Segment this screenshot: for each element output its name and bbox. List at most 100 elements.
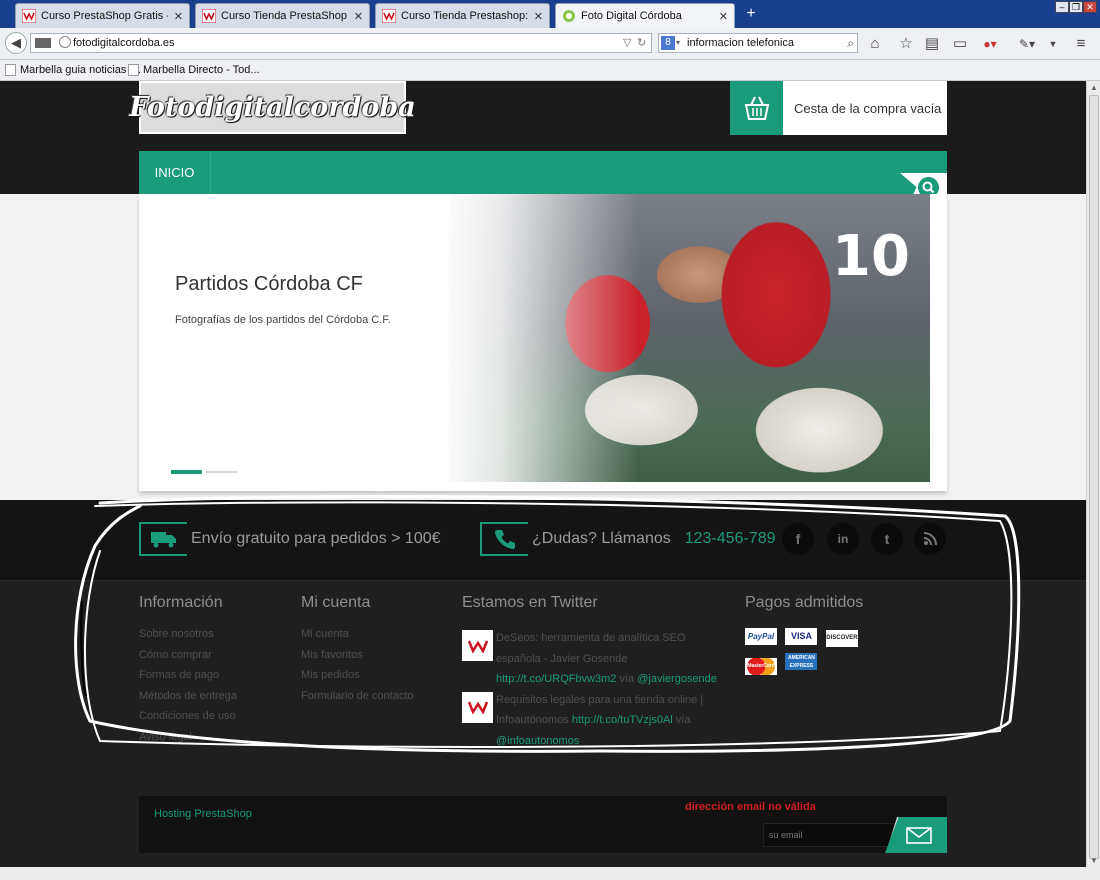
email-error-message: dirección email no válida xyxy=(685,801,816,813)
tab-close-icon[interactable]: ✕ xyxy=(174,10,183,23)
footer-link[interactable]: Métodos de entrega xyxy=(139,690,237,711)
tab-curso-tienda-4[interactable]: Curso Tienda PrestaShop: 4. ... ✕ xyxy=(195,3,370,28)
truck-icon xyxy=(139,522,187,556)
search-bar[interactable]: 8 ▾ informacion telefonica ⌕ xyxy=(658,33,858,53)
search-icon[interactable]: ⌕ xyxy=(847,34,854,52)
tab-title: Curso Tienda PrestaShop: 4. ... xyxy=(221,10,348,22)
scroll-down-icon[interactable]: ▼ xyxy=(1090,856,1098,865)
tab-close-icon[interactable]: ✕ xyxy=(354,10,363,23)
extension-icon[interactable]: ✎▾ xyxy=(1018,35,1036,53)
slider-dot[interactable] xyxy=(206,471,237,473)
newsletter-email-input[interactable]: su email xyxy=(763,823,903,847)
window-icon[interactable]: ▭ xyxy=(951,35,969,53)
footer-mi-cuenta: Mi cuenta Mi cuenta Mis favoritos Mis pe… xyxy=(301,594,414,710)
footer-link[interactable]: Formas de pago xyxy=(139,669,237,690)
main-menu: INICIO xyxy=(139,151,947,194)
tweet-link[interactable]: http://t.co/URQFbvw3m2 xyxy=(496,673,616,685)
cart-label: Cesta de la compra vacía xyxy=(794,100,942,116)
footer-informacion: Información Sobre nosotros Cómo comprar … xyxy=(139,594,237,752)
hosting-link[interactable]: Hosting PrestaShop xyxy=(154,808,252,820)
menu-hamburger-icon[interactable]: ≡ xyxy=(1072,35,1090,53)
bookmark-label: Marbella guia noticias i... xyxy=(20,64,142,76)
footer-link[interactable]: Sobre nosotros xyxy=(139,628,237,649)
address-bar[interactable]: fotodigitalcordoba.es ▽ ↻ xyxy=(30,33,652,53)
jersey-number: 10 xyxy=(832,224,910,289)
home-icon[interactable]: ⌂ xyxy=(866,35,884,53)
footer-twitter: Estamos en Twitter DeSeos: herramienta d… xyxy=(462,594,717,752)
footer-pagos: Pagos admitidos PayPal VISA DISCOVER Mas… xyxy=(745,594,865,681)
tab-close-icon[interactable]: ✕ xyxy=(534,10,543,23)
tweet-avatar-icon[interactable] xyxy=(462,691,493,723)
free-shipping-block: Envío gratuito para pedidos > 100€ xyxy=(139,522,441,556)
back-arrow-icon[interactable]: ◀ xyxy=(5,32,27,54)
twitter-icon[interactable]: t xyxy=(871,523,903,555)
page-icon xyxy=(5,64,16,76)
reload-icon[interactable]: ↻ xyxy=(637,34,646,52)
menu-item-inicio[interactable]: INICIO xyxy=(139,151,211,194)
globe-icon xyxy=(59,36,71,48)
phone-icon xyxy=(480,522,528,556)
horizontal-scrollbar[interactable] xyxy=(0,867,1100,880)
footer-link[interactable]: Mis pedidos xyxy=(301,669,414,690)
site-identity-icon[interactable] xyxy=(35,38,51,48)
free-shipping-text: Envío gratuito para pedidos > 100€ xyxy=(191,530,441,547)
tweet: Requisitos legales para una tienda onlin… xyxy=(462,690,717,752)
basket-icon xyxy=(730,81,783,135)
slide-title: Partidos Córdoba CF xyxy=(175,273,363,295)
tweet-handle[interactable]: @infoautonomos xyxy=(496,735,579,747)
footer-link[interactable]: Condiciones de uso xyxy=(139,710,237,731)
linkedin-icon[interactable]: in xyxy=(827,523,859,555)
rss-icon[interactable] xyxy=(914,523,946,555)
google-icon[interactable]: 8 xyxy=(661,36,675,50)
browser-tab-bar: Curso PrestaShop Gratis - Ap... ✕ Curso … xyxy=(0,0,1100,28)
engine-dropdown-icon[interactable]: ▾ xyxy=(676,34,680,52)
phone-number[interactable]: 123-456-789 xyxy=(685,530,776,548)
close-window-icon[interactable]: ✕ xyxy=(1083,1,1097,13)
tweet-handle[interactable]: @javiergosende xyxy=(637,673,717,685)
footer-link[interactable]: Aviso legal xyxy=(139,731,237,752)
minimize-icon[interactable]: – xyxy=(1055,1,1069,13)
bookmark-marbella-directo[interactable]: Marbella Directo - Tod... xyxy=(128,64,260,76)
toolbar-dropdown-icon[interactable]: ▼ xyxy=(1044,35,1062,53)
facebook-icon[interactable]: f xyxy=(782,523,814,555)
contact-block: ¿Dudas? Llámanos 123-456-789 xyxy=(480,522,776,556)
scroll-up-icon[interactable]: ▲ xyxy=(1090,83,1098,92)
shopping-cart[interactable]: Cesta de la compra vacía xyxy=(730,81,947,135)
bookmark-marbella-guia[interactable]: Marbella guia noticias i... xyxy=(5,64,141,76)
tab-curso-tienda-3[interactable]: Curso Tienda Prestashop: 3. ... ✕ xyxy=(375,3,550,28)
mastercard-logo: MasterCard xyxy=(745,658,777,675)
footer-link[interactable]: Mi cuenta xyxy=(301,628,414,649)
tweet: DeSeos: herramienta de analítica SEO esp… xyxy=(462,628,717,690)
visa-logo: VISA xyxy=(785,628,818,645)
web-page: Fotodigitalcordoba Cesta de la compra va… xyxy=(0,81,1086,867)
tab-close-icon[interactable]: ✕ xyxy=(719,10,728,23)
discover-logo: DISCOVER xyxy=(825,630,858,647)
bookmark-label: Marbella Directo - Tod... xyxy=(143,64,260,76)
tweet-link[interactable]: http://t.co/tuTVzjs0Al xyxy=(572,714,673,726)
site-favicon-icon xyxy=(202,9,216,23)
logo-text: Fotodigitalcordoba xyxy=(129,92,416,123)
questions-text: ¿Dudas? Llámanos xyxy=(532,530,671,547)
footer-link[interactable]: Cómo comprar xyxy=(139,649,237,670)
tab-curso-prestashop-gratis[interactable]: Curso PrestaShop Gratis - Ap... ✕ xyxy=(15,3,190,28)
page-icon xyxy=(128,64,139,76)
vertical-scrollbar[interactable]: ▲ ▼ xyxy=(1086,81,1100,867)
maximize-icon[interactable]: ❐ xyxy=(1069,1,1083,13)
footer-link[interactable]: Formulario de contacto xyxy=(301,690,414,711)
slide-description: Fotografías de los partidos del Córdoba … xyxy=(175,314,391,326)
search-query: informacion telefonica xyxy=(687,37,795,49)
slider-dot-active[interactable] xyxy=(171,470,202,474)
tab-foto-digital-cordoba[interactable]: Foto Digital Córdoba ✕ xyxy=(555,3,735,28)
tweet-avatar-icon[interactable] xyxy=(462,630,493,661)
bookmarks-list-icon[interactable]: ▤ xyxy=(923,35,941,53)
footer-link[interactable]: Mis favoritos xyxy=(301,649,414,670)
dropdown-arrow-icon[interactable]: ▽ xyxy=(623,34,631,52)
bookmark-star-icon[interactable]: ☆ xyxy=(897,35,915,53)
amex-logo: AMERICAN EXPRESS xyxy=(785,653,818,670)
new-tab-button[interactable]: + xyxy=(741,5,761,25)
site-favicon-icon xyxy=(22,9,36,23)
homepage-slide[interactable]: 10 Partidos Córdoba CF Fotografías de lo… xyxy=(139,194,947,491)
adblock-icon[interactable]: ●▾ xyxy=(981,35,999,53)
site-logo[interactable]: Fotodigitalcordoba xyxy=(129,81,416,134)
scrollbar-thumb[interactable] xyxy=(1089,95,1099,859)
